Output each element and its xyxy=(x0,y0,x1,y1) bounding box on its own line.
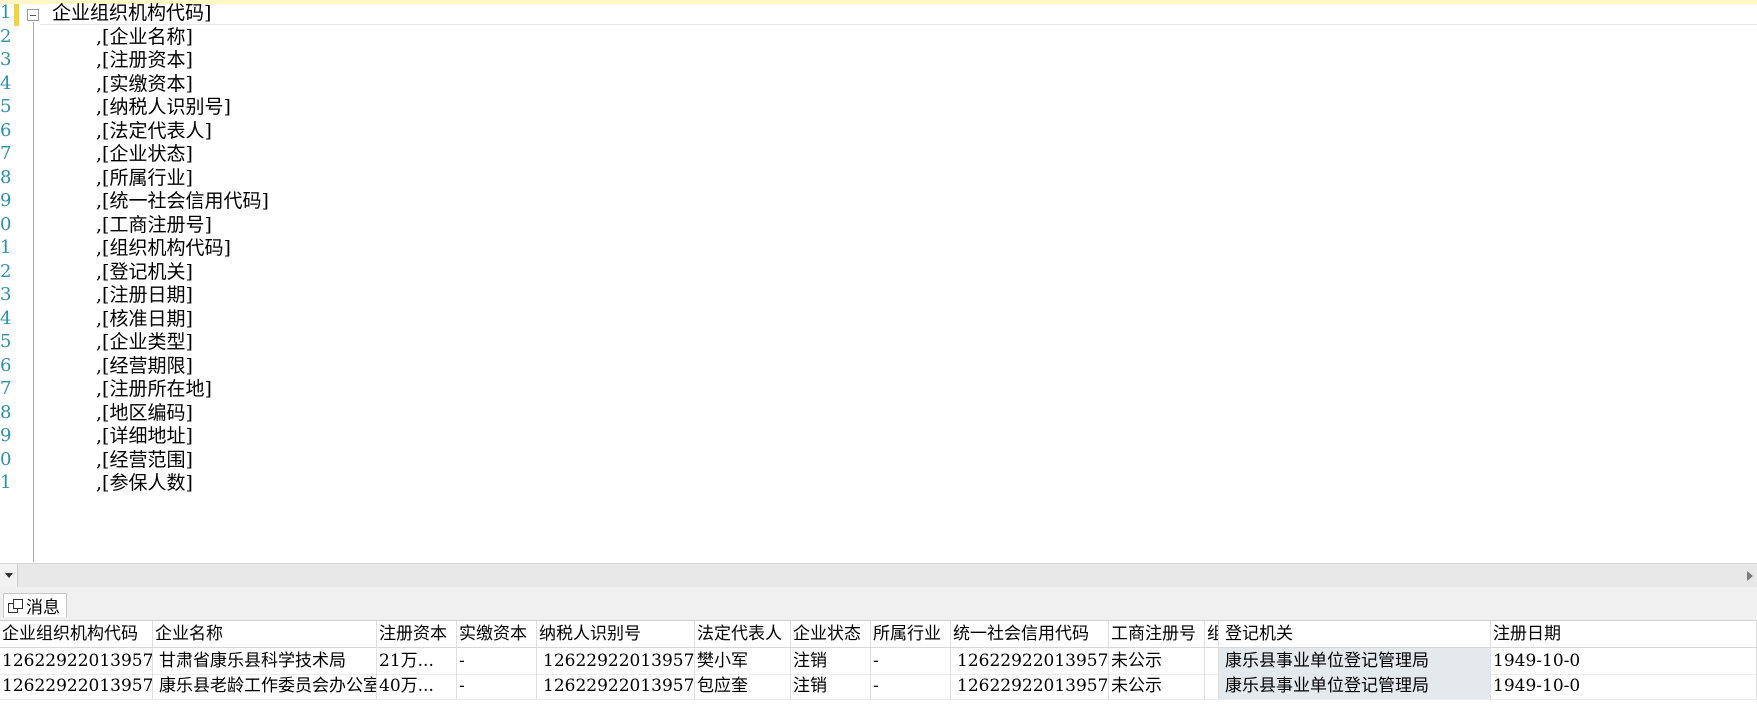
table-cell[interactable]: 注销 xyxy=(791,673,871,700)
column-header[interactable]: 法定代表人 xyxy=(695,621,791,648)
column-header[interactable]: 纳税人识别号 xyxy=(537,621,695,648)
results-grid[interactable]: 企业组织机构代码 企业名称 注册资本 实缴资本 纳税人识别号 法定代表人 企业状态 所属行业统… xyxy=(0,620,1757,714)
table-cell[interactable] xyxy=(1205,648,1219,675)
line-number: 3 xyxy=(0,284,12,305)
zoom-dropdown-icon[interactable] xyxy=(0,564,18,588)
tab-messages-label: 消息 xyxy=(26,598,60,618)
table-cell[interactable]: 21万... xyxy=(377,648,457,675)
table-cell[interactable]: 注销 xyxy=(791,648,871,675)
code-line[interactable]: ,[登记机关] xyxy=(96,259,193,285)
line-number: 1 xyxy=(0,2,12,23)
line-number: 3 xyxy=(0,49,12,70)
collapse-toggle-icon[interactable] xyxy=(27,9,39,21)
results-tab-bar: 消息 xyxy=(0,587,1757,620)
table-cell[interactable] xyxy=(1205,673,1219,700)
query-editor[interactable]: 123456789012345678901 企业组织机构代码] ,[企业名称],… xyxy=(0,0,1757,563)
column-header[interactable]: 注册资本 xyxy=(377,621,457,648)
code-line[interactable]: ,[注册资本] xyxy=(96,47,193,73)
sql-query-window: 123456789012345678901 企业组织机构代码] ,[企业名称],… xyxy=(0,0,1757,714)
code-line[interactable]: ,[法定代表人] xyxy=(96,118,212,144)
table-cell[interactable]: 甘肃省康乐县科学技术局 xyxy=(153,648,377,675)
code-line[interactable]: ,[详细地址] xyxy=(96,423,193,449)
code-line[interactable]: ,[经营范围] xyxy=(96,447,193,473)
change-marker xyxy=(14,4,19,26)
code-line[interactable]: ,[注册日期] xyxy=(96,282,193,308)
code-line[interactable]: ,[组织机构代码] xyxy=(96,235,231,261)
column-header[interactable]: 工商注册号 xyxy=(1109,621,1205,648)
line-number: 5 xyxy=(0,96,12,117)
line-number: 7 xyxy=(0,378,12,399)
table-cell[interactable]: - xyxy=(457,673,537,700)
line-separator xyxy=(40,24,1757,25)
table-cell[interactable]: 康乐县老龄工作委员会办公室 xyxy=(153,673,377,700)
table-cell[interactable]: 1262292201395791XF xyxy=(0,673,153,700)
line-number: 4 xyxy=(0,307,12,329)
table-cell[interactable]: 1949-10-0 xyxy=(1491,648,1757,675)
grid-header-row: 企业组织机构代码 企业名称 注册资本 实缴资本 纳税人识别号 法定代表人 企业状态 所属行业统… xyxy=(0,621,1757,648)
column-header[interactable]: 企业名称 xyxy=(153,621,377,648)
table-cell[interactable]: 1262292201395791XF xyxy=(537,673,695,700)
messages-icon xyxy=(8,598,23,613)
table-cell[interactable]: 樊小军 xyxy=(695,648,791,675)
code-line[interactable]: ,[统一社会信用代码] xyxy=(96,188,269,214)
table-cell[interactable]: 未公示 xyxy=(1109,673,1205,700)
table-cell[interactable]: 12622922013957856N xyxy=(0,648,153,675)
column-header[interactable]: 所属行业 xyxy=(871,621,951,648)
table-cell[interactable]: 12622922013957856N xyxy=(951,648,1109,675)
code-line[interactable]: ,[企业状态] xyxy=(96,141,193,167)
line-number: 0 xyxy=(0,448,12,470)
table-cell[interactable]: 康乐县事业单位登记管理局 xyxy=(1219,673,1491,700)
line-number: 2 xyxy=(0,260,12,282)
table-cell[interactable]: 1262292201395791XF xyxy=(951,673,1109,700)
code-line[interactable]: ,[纳税人识别号] xyxy=(96,94,231,120)
editor-horizontal-scrollbar[interactable] xyxy=(0,563,1757,588)
line-number: 6 xyxy=(0,119,12,141)
table-cell[interactable]: - xyxy=(457,648,537,675)
outline-guide xyxy=(33,22,34,562)
column-header[interactable]: 统一社会信用代码 xyxy=(951,621,1109,648)
line-number: 6 xyxy=(0,354,12,376)
table-cell[interactable]: - xyxy=(871,648,951,675)
line-number: 8 xyxy=(0,401,12,423)
table-cell[interactable]: 12622922013957856N xyxy=(537,648,695,675)
code-line[interactable]: ,[经营期限] xyxy=(96,353,193,379)
table-cell[interactable]: 40万... xyxy=(377,673,457,700)
table-row[interactable]: 1262292201395791XF康乐县老龄工作委员会办公室40万...-12… xyxy=(0,673,1757,700)
line-number: 9 xyxy=(0,190,12,211)
table-cell[interactable]: 未公示 xyxy=(1109,648,1205,675)
line-number: 1 xyxy=(0,472,12,493)
table-cell[interactable]: 康乐县事业单位登记管理局 xyxy=(1219,648,1491,675)
code-line[interactable]: ,[所属行业] xyxy=(96,165,193,191)
code-line[interactable]: ,[工商注册号] xyxy=(96,212,212,238)
column-header[interactable]: 注册日期 xyxy=(1491,621,1757,648)
column-header[interactable]: 实缴资本 xyxy=(457,621,537,648)
code-line[interactable]: ,[实缴资本] xyxy=(96,71,193,97)
line-number: 5 xyxy=(0,331,12,352)
column-header[interactable]: 组 xyxy=(1205,621,1219,648)
line-number: 4 xyxy=(0,72,12,94)
current-line-highlight xyxy=(0,0,1757,4)
column-header[interactable]: 登记机关 xyxy=(1219,621,1491,648)
code-line[interactable]: ,[核准日期] xyxy=(96,306,193,332)
column-header[interactable]: 企业状态 xyxy=(791,621,871,648)
code-line[interactable]: ,[注册所在地] xyxy=(96,376,212,402)
table-cell[interactable]: - xyxy=(871,673,951,700)
code-line[interactable]: ,[企业名称] xyxy=(96,24,193,50)
code-line-1[interactable]: 企业组织机构代码] xyxy=(52,0,211,26)
line-number: 7 xyxy=(0,143,12,164)
table-row[interactable]: 12622922013957856N甘肃省康乐县科学技术局21万...-1262… xyxy=(0,648,1757,675)
code-line[interactable]: ,[地区编码] xyxy=(96,400,193,426)
line-number: 9 xyxy=(0,425,12,446)
column-header[interactable]: 企业组织机构代码 xyxy=(0,621,153,648)
line-number: 1 xyxy=(0,237,12,258)
code-line[interactable]: ,[企业类型] xyxy=(96,329,193,355)
line-number: 0 xyxy=(0,213,12,235)
table-cell[interactable]: 1949-10-0 xyxy=(1491,673,1757,700)
line-number: 8 xyxy=(0,166,12,188)
scroll-right-icon[interactable] xyxy=(1747,571,1753,581)
table-cell[interactable]: 包应奎 xyxy=(695,673,791,700)
tab-messages[interactable]: 消息 xyxy=(3,593,67,618)
line-number: 2 xyxy=(0,25,12,47)
code-line[interactable]: ,[参保人数] xyxy=(96,470,193,496)
